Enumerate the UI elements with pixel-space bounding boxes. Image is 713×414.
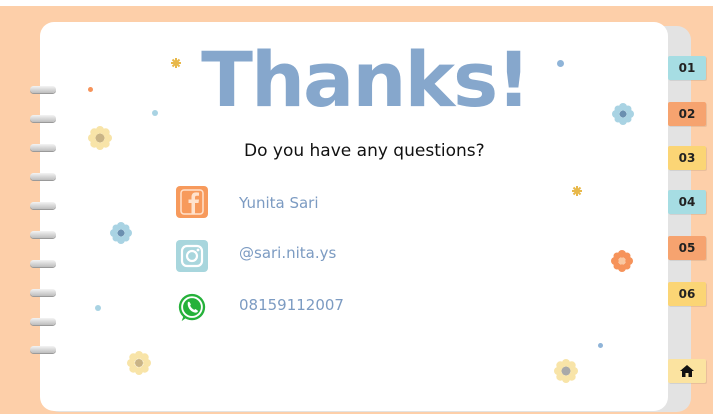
decor-dot bbox=[598, 343, 603, 348]
flower-icon bbox=[611, 250, 633, 272]
binding-ring bbox=[30, 289, 56, 296]
decor-dot bbox=[95, 305, 101, 311]
binding-ring bbox=[30, 231, 56, 238]
flower-icon bbox=[554, 359, 578, 383]
instagram-icon bbox=[176, 240, 208, 272]
contact-row-whatsapp[interactable]: 08159112007 bbox=[176, 292, 344, 324]
binding-ring bbox=[30, 202, 56, 209]
facebook-icon bbox=[176, 186, 208, 218]
tab-03[interactable]: 03 bbox=[668, 146, 706, 170]
sparkle-icon bbox=[572, 186, 582, 196]
whatsapp-icon bbox=[176, 292, 208, 324]
question-text: Do you have any questions? bbox=[244, 141, 485, 161]
instagram-handle: @sari.nita.ys bbox=[239, 244, 337, 262]
flower-icon bbox=[127, 351, 151, 375]
binding-ring bbox=[30, 260, 56, 267]
tab-01[interactable]: 01 bbox=[668, 56, 706, 80]
flower-icon bbox=[88, 126, 112, 150]
phone-number: 08159112007 bbox=[239, 296, 344, 314]
contact-row-instagram[interactable]: @sari.nita.ys bbox=[176, 240, 336, 272]
facebook-name: Yunita Sari bbox=[239, 194, 319, 212]
page-title: Thanks! bbox=[201, 35, 531, 124]
home-icon bbox=[680, 365, 694, 377]
tab-04[interactable]: 04 bbox=[668, 190, 706, 214]
flower-icon bbox=[110, 222, 132, 244]
binding-ring bbox=[30, 173, 56, 180]
tab-home[interactable] bbox=[668, 359, 706, 383]
binding-ring bbox=[30, 144, 56, 151]
tab-06[interactable]: 06 bbox=[668, 282, 706, 306]
tab-05[interactable]: 05 bbox=[668, 236, 706, 260]
tab-02[interactable]: 02 bbox=[668, 102, 706, 126]
contact-row-facebook[interactable]: Yunita Sari bbox=[176, 186, 319, 218]
binding-ring bbox=[30, 318, 56, 325]
binding-ring bbox=[30, 346, 56, 353]
